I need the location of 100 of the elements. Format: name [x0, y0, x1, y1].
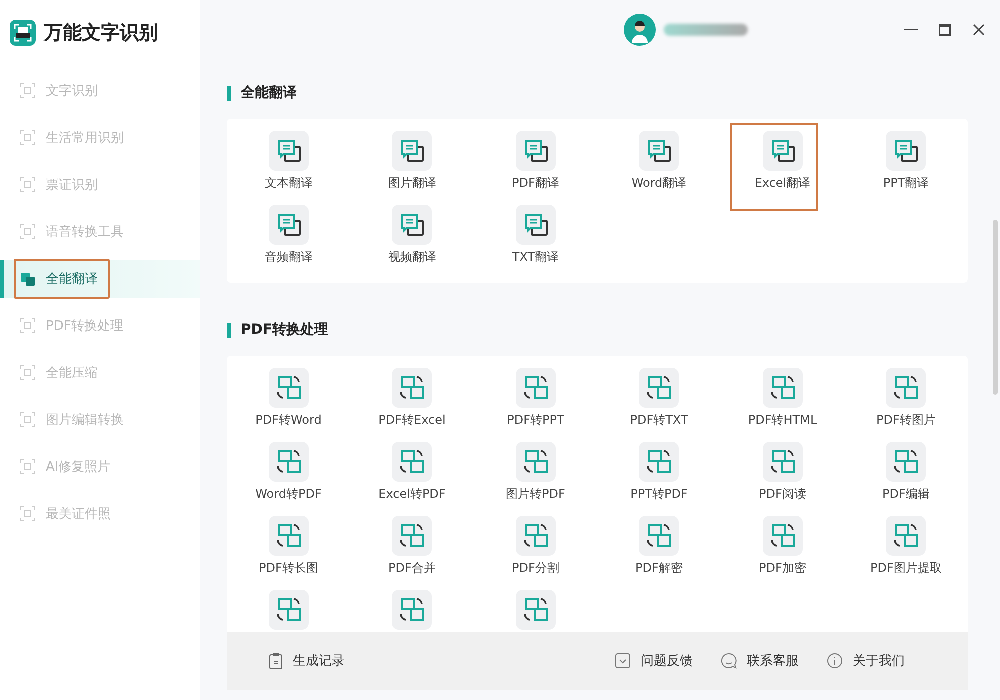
- scanner-logo-icon: [10, 20, 36, 46]
- file-convert-icon: [274, 596, 303, 624]
- footer-link[interactable]: 联系客服: [721, 652, 799, 670]
- speech-bubble-icon: [893, 138, 920, 164]
- tool-label: 音频翻译: [264, 249, 313, 266]
- sidebar-item[interactable]: AI修复照片: [0, 448, 200, 486]
- sidebar-item[interactable]: 生活常用识别: [0, 119, 200, 157]
- file-convert-icon: [768, 374, 797, 402]
- tool-label: TXT翻译: [512, 249, 560, 266]
- sidebar-label: 生活常用识别: [46, 130, 124, 147]
- file-convert-icon: [398, 596, 426, 624]
- tool-label: PDF转TXT: [630, 412, 688, 429]
- tool-label: PPT转PDF: [630, 486, 688, 503]
- tool-button[interactable]: [639, 131, 680, 171]
- tool-button[interactable]: [268, 131, 309, 171]
- sidebar-label: 文字识别: [46, 83, 98, 100]
- tool-label: Word翻译: [632, 175, 687, 192]
- file-convert-icon: [398, 522, 426, 550]
- sidebar-label: AI修复照片: [46, 459, 111, 476]
- sidebar-label: 全能压缩: [46, 365, 98, 382]
- tool-button[interactable]: [762, 131, 803, 171]
- tool-button[interactable]: [886, 131, 926, 171]
- sidebar-label: 最美证件照: [46, 506, 111, 523]
- tool-label: PDF阅读: [759, 486, 806, 503]
- sidebar-item[interactable]: 文字识别: [0, 72, 200, 110]
- file-convert-icon: [522, 522, 550, 550]
- speech-bubble-icon: [399, 212, 426, 238]
- sidebar-label: 票证识别: [46, 177, 98, 194]
- tool-label: PDF转Word: [256, 412, 322, 429]
- close-icon: [973, 24, 985, 36]
- tool-label: PDF编辑: [882, 486, 930, 503]
- footer-link[interactable]: 关于我们: [827, 652, 905, 670]
- file-convert-icon: [892, 374, 920, 402]
- sidebar-item[interactable]: 最美证件照: [0, 495, 200, 533]
- sidebar-label: 全能翻译: [46, 271, 98, 288]
- sidebar-item[interactable]: 语音转换工具: [0, 213, 200, 251]
- speech-bubble-icon: [276, 138, 302, 164]
- file-convert-icon: [398, 374, 426, 402]
- clipboard-icon: [269, 652, 283, 670]
- section-title: 全能翻译: [241, 84, 297, 102]
- sidebar-label: PDF转换处理: [46, 318, 124, 335]
- sidebar-item[interactable]: 图片编辑转换: [0, 401, 200, 439]
- info-icon: [827, 653, 843, 669]
- tool-label: PDF转图片: [876, 412, 936, 429]
- tool-label: PDF加密: [759, 560, 806, 577]
- tool-label: PDF转Excel: [378, 412, 446, 429]
- tool-button[interactable]: [392, 131, 432, 171]
- sidebar-label: 语音转换工具: [46, 224, 124, 241]
- tool-label: 视频翻译: [388, 249, 436, 266]
- tool-label: 文本翻译: [264, 175, 313, 192]
- sidebar-item[interactable]: 票证识别: [0, 166, 200, 204]
- file-convert-icon: [522, 374, 550, 402]
- tool-label: PDF翻译: [512, 175, 560, 192]
- speech-bubble-icon: [522, 138, 549, 164]
- file-convert-icon: [274, 374, 303, 402]
- footer-link[interactable]: 问题反馈: [615, 652, 693, 670]
- section-title: PDF转换处理: [241, 321, 328, 339]
- tool-button[interactable]: [268, 205, 309, 245]
- sidebar-item[interactable]: 全能压缩: [0, 354, 200, 392]
- file-convert-icon: [645, 448, 674, 476]
- speech-bubble-icon: [770, 138, 796, 164]
- tool-label: PDF转PPT: [507, 412, 564, 429]
- tool-label: 图片转PDF: [506, 486, 566, 503]
- tool-label: 图片翻译: [388, 175, 436, 192]
- file-convert-icon: [522, 448, 550, 476]
- tool-button[interactable]: [392, 205, 432, 245]
- speech-bubble-icon: [646, 138, 672, 164]
- tool-label: PDF解密: [636, 560, 683, 577]
- sidebar-label: 图片编辑转换: [46, 412, 124, 429]
- maximize-icon: [939, 24, 951, 36]
- file-convert-icon: [768, 522, 797, 550]
- file-convert-icon: [892, 448, 920, 476]
- speech-bubble-icon: [522, 212, 549, 238]
- tool-label: PDF转长图: [259, 560, 318, 577]
- sidebar-item[interactable]: 全能翻译: [0, 260, 200, 298]
- file-convert-icon: [398, 448, 426, 476]
- minimize-icon: [904, 29, 918, 31]
- file-convert-icon: [645, 374, 674, 402]
- file-convert-icon: [768, 448, 797, 476]
- file-convert-icon: [645, 522, 674, 550]
- speech-bubble-icon: [399, 138, 426, 164]
- file-convert-icon: [892, 522, 920, 550]
- tool-label: PDF图片提取: [870, 560, 942, 577]
- tool-label: PDF合并: [388, 560, 436, 577]
- tool-label: Excel转PDF: [378, 486, 446, 503]
- sidebar-item[interactable]: PDF转换处理: [0, 307, 200, 345]
- file-convert-icon: [522, 596, 550, 624]
- avatar-icon: [624, 14, 656, 46]
- history-link[interactable]: 生成记录: [269, 652, 345, 670]
- tool-button[interactable]: [516, 131, 556, 171]
- tool-label: Word转PDF: [256, 486, 322, 503]
- scrollbar[interactable]: [993, 220, 998, 395]
- mail-icon: [615, 653, 631, 669]
- speech-bubble-icon: [276, 212, 302, 238]
- app-title: 万能文字识别: [44, 21, 158, 46]
- file-convert-icon: [274, 522, 303, 550]
- tool-label: PDF分割: [512, 560, 560, 577]
- file-convert-icon: [274, 448, 303, 476]
- tool-button[interactable]: [516, 205, 556, 245]
- tool-label: PDF转HTML: [748, 412, 818, 429]
